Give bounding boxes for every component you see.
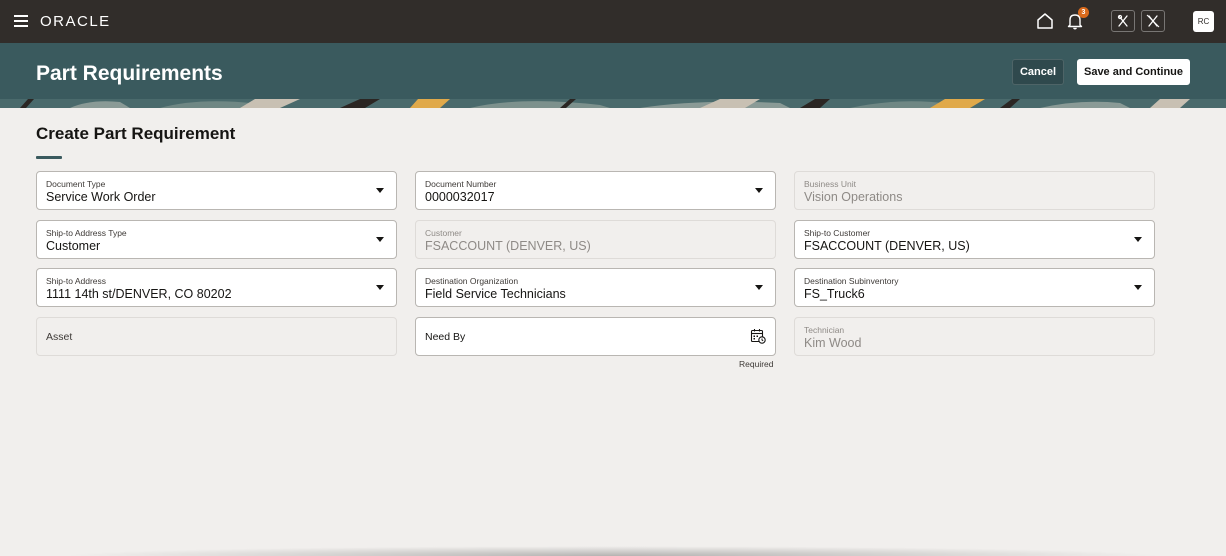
document-number-select[interactable]: Document Number 0000032017 bbox=[415, 171, 776, 210]
ship-to-customer-value: FSACCOUNT (DENVER, US) bbox=[804, 239, 970, 253]
customer-field: Customer FSACCOUNT (DENVER, US) bbox=[415, 220, 776, 259]
tools-off-icon[interactable] bbox=[1141, 10, 1165, 32]
page-title: Part Requirements bbox=[36, 62, 223, 85]
technician-value: Kim Wood bbox=[804, 336, 862, 350]
ship-to-customer-select[interactable]: Ship-to Customer FSACCOUNT (DENVER, US) bbox=[794, 220, 1155, 259]
footer-shadow bbox=[60, 546, 1166, 556]
document-number-label: Document Number bbox=[425, 179, 497, 189]
business-unit-value: Vision Operations bbox=[804, 190, 903, 204]
need-by-label: Need By bbox=[425, 331, 466, 343]
ship-to-address-type-select[interactable]: Ship-to Address Type Customer bbox=[36, 220, 397, 259]
title-accent-bar bbox=[36, 156, 62, 159]
ship-to-customer-label: Ship-to Customer bbox=[804, 228, 871, 238]
chevron-down-icon[interactable] bbox=[376, 188, 384, 193]
business-unit-label: Business Unit bbox=[804, 179, 856, 189]
hamburger-menu-icon[interactable] bbox=[14, 15, 28, 27]
customer-value: FSACCOUNT (DENVER, US) bbox=[425, 239, 591, 253]
user-avatar[interactable]: RC bbox=[1193, 11, 1214, 32]
form-title: Create Part Requirement bbox=[36, 124, 236, 143]
chevron-down-icon[interactable] bbox=[376, 237, 384, 242]
need-by-date-input[interactable]: Need By bbox=[415, 317, 776, 356]
destination-subinventory-value: FS_Truck6 bbox=[804, 287, 865, 301]
ship-to-address-value: 1111 14th st/DENVER, CO 80202 bbox=[46, 287, 232, 301]
page-header: Part Requirements Cancel Save and Contin… bbox=[0, 43, 1226, 108]
required-note: Required bbox=[739, 359, 774, 369]
save-and-continue-button[interactable]: Save and Continue bbox=[1077, 59, 1190, 85]
destination-organization-label: Destination Organization bbox=[425, 276, 519, 286]
ship-to-address-type-value: Customer bbox=[46, 239, 101, 253]
chevron-down-icon[interactable] bbox=[1134, 237, 1142, 242]
global-header: ORACLE 3 RC bbox=[0, 0, 1226, 43]
document-type-select[interactable]: Document Type Service Work Order bbox=[36, 171, 397, 210]
business-unit-field: Business Unit Vision Operations bbox=[794, 171, 1155, 210]
destination-subinventory-label: Destination Subinventory bbox=[804, 276, 899, 286]
chevron-down-icon[interactable] bbox=[755, 188, 763, 193]
document-type-label: Document Type bbox=[46, 179, 106, 189]
destination-organization-select[interactable]: Destination Organization Field Service T… bbox=[415, 268, 776, 307]
notification-badge: 3 bbox=[1078, 7, 1089, 18]
chevron-down-icon[interactable] bbox=[755, 285, 763, 290]
asset-label: Asset bbox=[46, 331, 73, 343]
ship-to-address-type-label: Ship-to Address Type bbox=[46, 228, 127, 238]
ship-to-address-label: Ship-to Address bbox=[46, 276, 107, 286]
home-icon[interactable] bbox=[1034, 10, 1056, 32]
technician-field: Technician Kim Wood bbox=[794, 317, 1155, 356]
document-type-value: Service Work Order bbox=[46, 190, 156, 204]
decorative-pattern bbox=[0, 99, 1226, 108]
destination-organization-value: Field Service Technicians bbox=[425, 287, 566, 301]
bell-icon[interactable]: 3 bbox=[1064, 7, 1089, 32]
tools-icon[interactable] bbox=[1111, 10, 1135, 32]
ship-to-address-select[interactable]: Ship-to Address 1111 14th st/DENVER, CO … bbox=[36, 268, 397, 307]
oracle-logo[interactable]: ORACLE bbox=[40, 13, 111, 30]
chevron-down-icon[interactable] bbox=[376, 285, 384, 290]
chevron-down-icon[interactable] bbox=[1134, 285, 1142, 290]
technician-label: Technician bbox=[804, 325, 845, 335]
document-number-value: 0000032017 bbox=[425, 190, 495, 204]
cancel-button[interactable]: Cancel bbox=[1012, 59, 1064, 85]
asset-field: Asset bbox=[36, 317, 397, 356]
customer-label: Customer bbox=[425, 228, 462, 238]
calendar-icon[interactable] bbox=[750, 328, 766, 344]
destination-subinventory-select[interactable]: Destination Subinventory FS_Truck6 bbox=[794, 268, 1155, 307]
